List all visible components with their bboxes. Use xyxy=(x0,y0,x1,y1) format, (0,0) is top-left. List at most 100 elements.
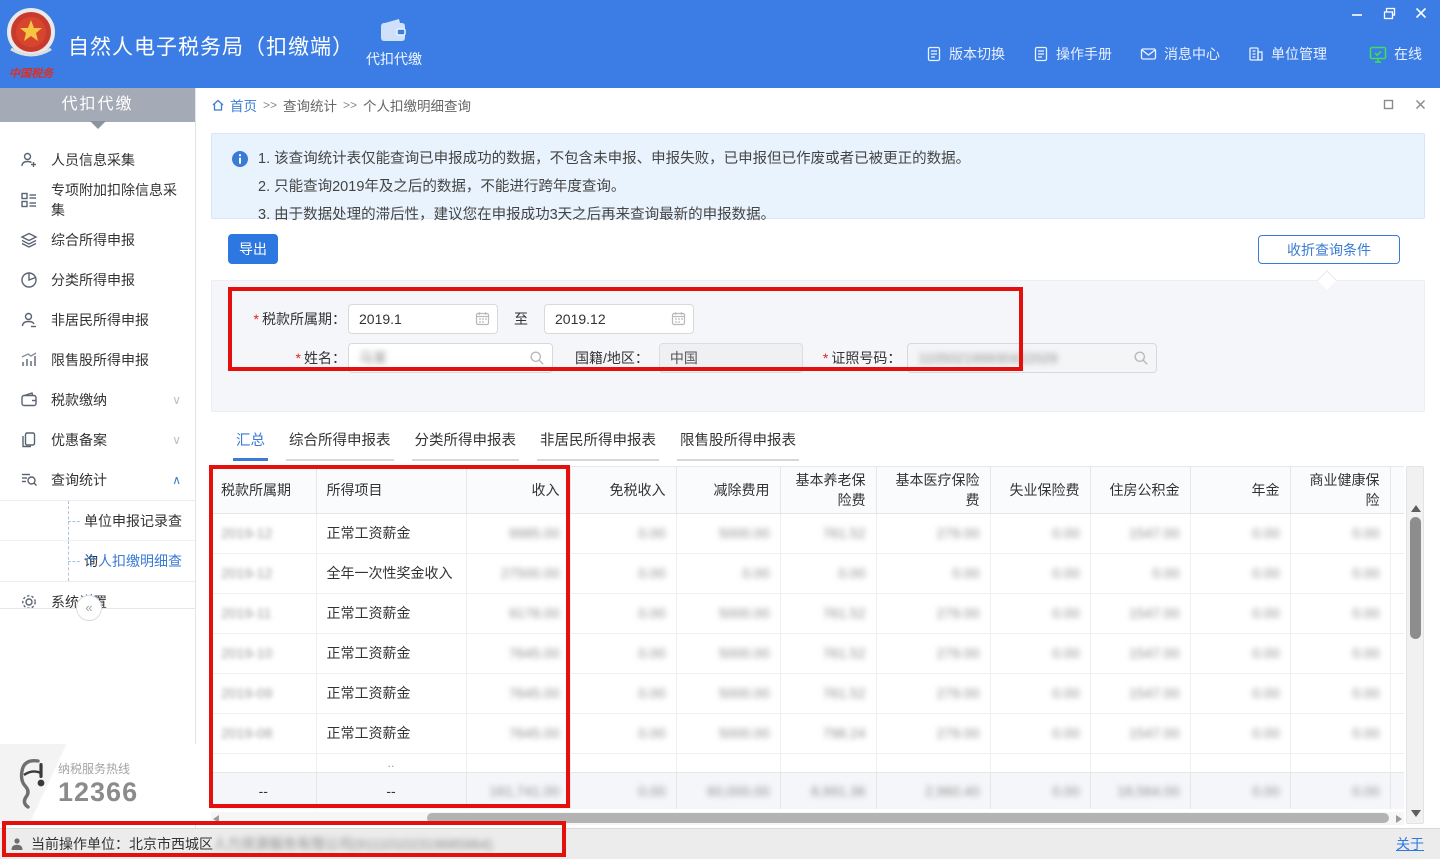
table-cell: 1547.00 xyxy=(1090,713,1190,753)
table-cell: 0.00 xyxy=(1290,513,1390,553)
search-icon[interactable] xyxy=(529,350,545,366)
about-link[interactable]: 关于 xyxy=(1396,834,1424,854)
table-cell-value: 0.00 xyxy=(838,565,865,581)
table-cell: 0.00 xyxy=(990,673,1090,713)
sidebar: 代扣代缴 人员信息采集 专项附加扣除信息采集 xyxy=(0,88,196,828)
vertical-scrollbar[interactable] xyxy=(1406,466,1424,824)
horizontal-scrollbar[interactable] xyxy=(211,812,1404,825)
table-cell-value: 2019-08 xyxy=(221,725,272,741)
panel-controls xyxy=(1380,96,1428,112)
table-cell-value: -- xyxy=(386,783,395,799)
close-button[interactable] xyxy=(1412,4,1430,22)
column-header: 所得项目 xyxy=(316,467,466,513)
export-button[interactable]: 导出 xyxy=(228,234,278,264)
notice-line-2: 2. 只能查询2019年及之后的数据，不能进行跨年度查询。 xyxy=(232,173,1410,201)
table-cell-value: 9985.00 xyxy=(509,525,560,541)
main-content: 首页 >> 查询统计 >> 个人扣缴明细查询 1. 该查询统计表仅能查询已申报成… xyxy=(196,88,1440,828)
table-cell: 7645.00 xyxy=(466,673,570,713)
table-cell-value: 正常工资薪金 xyxy=(327,525,411,541)
tab-restricted-stock[interactable]: 限售股所得申报表 xyxy=(677,429,799,461)
person-icon xyxy=(10,837,24,851)
scroll-left-arrow[interactable] xyxy=(213,815,219,823)
sidebar-item-preferential-filing[interactable]: 优惠备案 ∨ xyxy=(0,420,195,460)
panel-maximize-button[interactable] xyxy=(1380,96,1396,112)
bar-chart-icon xyxy=(20,351,38,369)
menu-message-center[interactable]: 消息中心 xyxy=(1140,44,1220,64)
table-cell xyxy=(876,753,990,772)
table-row: 2019-11正常工资薪金9178.000.005000.00761.52279… xyxy=(211,593,1404,633)
table-cell-value: 761.52 xyxy=(823,645,866,661)
restore-button[interactable] xyxy=(1380,4,1398,22)
menu-manual[interactable]: 操作手册 xyxy=(1033,44,1112,64)
table-cell: 0.00 xyxy=(990,593,1090,633)
online-status[interactable]: 在线 xyxy=(1369,44,1422,64)
table-cell-value: 0.00 xyxy=(1052,565,1079,581)
id-number-label: 证照号码： xyxy=(831,350,901,366)
period-from-input[interactable]: 2019.1 xyxy=(348,304,498,334)
table-cell: 0.00 xyxy=(1190,673,1290,713)
menu-unit-management[interactable]: 单位管理 xyxy=(1248,44,1327,64)
table-cell: 2019-11 xyxy=(211,593,316,633)
panel-close-button[interactable] xyxy=(1412,96,1428,112)
table-cell: 0.00 xyxy=(1290,772,1390,809)
table-cell: 0.00 xyxy=(1290,593,1390,633)
sidebar-title: 代扣代缴 xyxy=(0,88,195,122)
column-header: 税延养老保险 xyxy=(1390,467,1404,513)
sidebar-subitem-personal-withholding-query[interactable]: 个人扣缴明细查询 xyxy=(0,541,195,581)
table-cell: 2019-08 xyxy=(211,713,316,753)
sidebar-item-comprehensive-income[interactable]: 综合所得申报 xyxy=(0,220,195,260)
sidebar-item-query-statistics[interactable]: 查询统计 ∧ xyxy=(0,460,195,500)
name-input[interactable]: 马某 xyxy=(348,343,553,373)
sidebar-subitem-unit-declaration-query[interactable]: 单位申报记录查询 xyxy=(0,501,195,541)
table-cell: 279.00 xyxy=(876,673,990,713)
tab-summary[interactable]: 汇总 xyxy=(233,429,268,461)
tab-comprehensive-income[interactable]: 综合所得申报表 xyxy=(286,429,394,461)
table-cell-value: 0.00 xyxy=(1052,685,1079,701)
table-cell: -- xyxy=(316,772,466,809)
sidebar-item-restricted-stock[interactable]: 限售股所得申报 xyxy=(0,340,195,380)
column-header: 基本医疗保险费 xyxy=(876,467,990,513)
period-to-input[interactable]: 2019.12 xyxy=(544,304,694,334)
table-cell: 正常工资薪金 xyxy=(316,713,466,753)
sidebar-item-special-deduction[interactable]: 专项附加扣除信息采集 xyxy=(0,180,195,220)
sidebar-item-label: 限售股所得申报 xyxy=(51,350,149,370)
sidebar-collapse-button[interactable]: « xyxy=(76,595,102,621)
calendar-icon[interactable] xyxy=(671,311,686,326)
table-cell xyxy=(1390,753,1404,772)
collapse-query-button[interactable]: 收折查询条件 xyxy=(1258,235,1400,264)
vertical-scroll-thumb[interactable] xyxy=(1410,517,1421,639)
minimize-button[interactable] xyxy=(1348,4,1366,22)
table-cell-value: 0.00 xyxy=(1252,783,1279,799)
table-cell-value: 0.00 xyxy=(1352,645,1379,661)
menu-version-switch[interactable]: 版本切换 xyxy=(926,44,1005,64)
breadcrumb-home-link[interactable]: 首页 xyxy=(211,95,257,115)
hotline-number: 12366 xyxy=(58,777,138,808)
scroll-up-arrow[interactable] xyxy=(1411,505,1421,512)
table-cell: 0.00 xyxy=(1190,593,1290,633)
table-cell-value: 279.00 xyxy=(937,645,980,661)
menu-label: 单位管理 xyxy=(1271,44,1327,64)
chevron-up-icon: ∧ xyxy=(172,473,181,487)
table-cell-value: 0.00 xyxy=(1052,645,1079,661)
module-tab-withholding[interactable]: 代扣代缴 xyxy=(352,18,436,69)
sidebar-item-tax-payment[interactable]: 税款缴纳 ∨ xyxy=(0,380,195,420)
search-icon[interactable] xyxy=(1133,350,1149,366)
column-header: 税款所属期 xyxy=(211,467,316,513)
table-cell: 60,000.00 xyxy=(676,772,780,809)
calendar-icon[interactable] xyxy=(475,311,490,326)
table-cell-value: 8,991.36 xyxy=(811,783,866,799)
sidebar-item-classified-income[interactable]: 分类所得申报 xyxy=(0,260,195,300)
tab-classified-income[interactable]: 分类所得申报表 xyxy=(412,429,520,461)
horizontal-scroll-thumb[interactable] xyxy=(427,813,1389,823)
sidebar-item-nonresident-income[interactable]: 非居民所得申报 xyxy=(0,300,195,340)
sidebar-item-label: 人员信息采集 xyxy=(51,150,135,170)
table-cell: 2019-12 xyxy=(211,553,316,593)
table-cell: 0.00 xyxy=(1390,713,1404,753)
table-cell xyxy=(1290,753,1390,772)
id-number-input[interactable]: 110502199930422029 xyxy=(907,343,1157,373)
scroll-right-arrow[interactable] xyxy=(1396,815,1402,823)
scroll-down-arrow[interactable] xyxy=(1411,810,1421,817)
tab-nonresident-income[interactable]: 非居民所得申报表 xyxy=(537,429,659,461)
table-cell: 7645.00 xyxy=(466,713,570,753)
sidebar-item-personnel-info[interactable]: 人员信息采集 xyxy=(0,140,195,180)
